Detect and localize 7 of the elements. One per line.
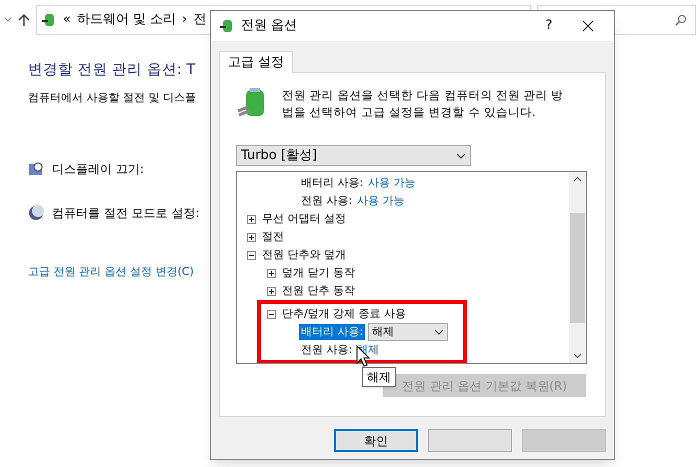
description-text: 전원 관리 옵션을 선택한 다음 컴퓨터의 전원 관리 방법을 선택하여 고급 설정을 변경할 수 있습니다. [282,87,564,121]
page-heading: 변경할 전원 관리 옵션: T [28,61,196,80]
setting-label: 디스플레이 끄기: [52,161,144,178]
setting-label: 컴퓨터를 절전 모드로 설정: [52,205,200,222]
window-title: 전원 옵션 [241,17,298,36]
tooltip: 해제 [362,367,396,387]
page-subtitle: 컴퓨터에서 사용할 절전 및 디스플 [28,90,196,106]
